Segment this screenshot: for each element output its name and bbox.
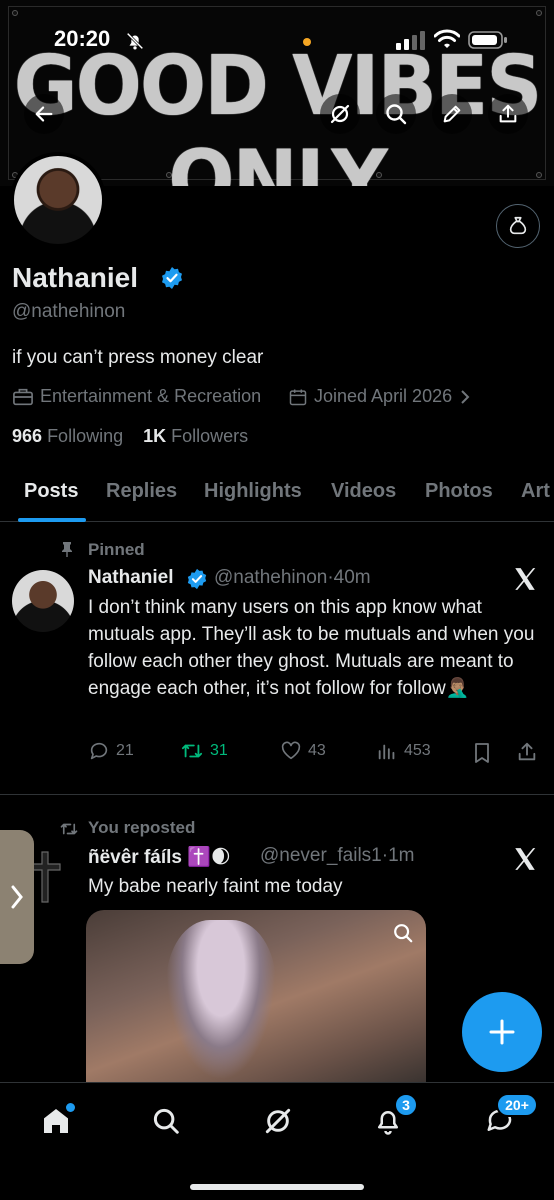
- grok-icon: [265, 1108, 291, 1134]
- status-time: 20:20: [54, 26, 111, 51]
- profile-name: Nathaniel: [12, 262, 139, 293]
- profile-tabs: Posts Replies Highlights Videos Photos A…: [0, 470, 554, 522]
- tab-photos[interactable]: Photos: [425, 480, 493, 503]
- profile-joined[interactable]: Joined April 2026: [288, 386, 472, 407]
- share-icon[interactable]: [516, 741, 538, 763]
- pencil-icon: [443, 105, 461, 123]
- profile-category: Entertainment & Recreation: [12, 386, 261, 407]
- repost-icon: [181, 744, 203, 758]
- post-handle-text: @nathehinon: [214, 567, 328, 588]
- reply-button[interactable]: 21: [88, 740, 134, 762]
- reply-icon: [90, 742, 108, 760]
- bar-chart-icon: [378, 744, 395, 760]
- compose-button[interactable]: [462, 992, 542, 1072]
- like-button[interactable]: 43: [280, 740, 326, 762]
- post-divider: [0, 794, 554, 795]
- side-panel-handle[interactable]: [0, 830, 34, 964]
- pinned-label: Pinned: [88, 540, 145, 559]
- banner-rivet: [12, 10, 18, 16]
- post-video[interactable]: [86, 910, 426, 1082]
- post-time: ·40m: [327, 567, 371, 588]
- nav-grok[interactable]: [258, 1101, 298, 1141]
- repost-icon: [60, 823, 78, 835]
- home-indicator: [190, 1184, 364, 1190]
- nav-search[interactable]: [146, 1101, 186, 1141]
- post-author-name[interactable]: Nathaniel: [88, 567, 174, 589]
- repost-button[interactable]: 31: [180, 740, 228, 762]
- heart-icon: [281, 741, 301, 760]
- follow-stats: 966 Following 1K Followers: [12, 426, 248, 447]
- video-thumbnail: [166, 920, 276, 1080]
- profile-handle: @nathehinon: [12, 301, 126, 322]
- wifi-icon: [434, 29, 460, 48]
- joined-label: Joined April 2026: [314, 386, 453, 406]
- privacy-indicator: [303, 38, 311, 46]
- post-author-handle: @nathehinon·40m: [214, 567, 371, 589]
- repost-count: 31: [210, 742, 228, 759]
- profile-avatar[interactable]: [10, 152, 106, 248]
- repost-time: ·1m: [381, 845, 415, 866]
- plus-icon: [489, 1019, 515, 1045]
- calendar-icon: [289, 389, 307, 405]
- chevron-right-icon: [11, 885, 23, 909]
- view-count: 453: [404, 742, 431, 759]
- search-icon: [386, 104, 407, 125]
- signal-icon: [396, 31, 425, 50]
- grok-icon: [330, 104, 350, 124]
- briefcase-icon: [13, 388, 33, 405]
- reposted-label: You reposted: [88, 818, 196, 837]
- followers-link[interactable]: 1K Followers: [143, 426, 248, 446]
- category-label: Entertainment & Recreation: [40, 386, 262, 406]
- repost-author-name[interactable]: ñëvêr fáíls ✝️🌒: [88, 845, 231, 869]
- share-icon: [499, 104, 517, 123]
- bell-off-icon: [126, 32, 144, 50]
- post-author-avatar[interactable]: [12, 570, 74, 632]
- tab-articles[interactable]: Art: [521, 480, 550, 503]
- post-text: I don’t think many users on this app kno…: [88, 597, 535, 699]
- search-icon: [153, 1108, 179, 1134]
- profile-bio: if you can’t press money clear: [12, 347, 264, 368]
- chevron-right-icon: [461, 389, 470, 404]
- views-button[interactable]: 453: [376, 740, 431, 762]
- arrow-left-icon: [35, 106, 53, 122]
- repost-handle-text: @never_fails1: [260, 845, 382, 866]
- share-button[interactable]: [488, 94, 528, 134]
- tab-replies[interactable]: Replies: [106, 480, 177, 503]
- tab-highlights[interactable]: Highlights: [204, 480, 302, 503]
- repost-author-handle: @never_fails1·1m: [260, 845, 414, 867]
- bottom-navigation: 3 20+: [0, 1082, 554, 1200]
- notifications-badge: 3: [394, 1093, 418, 1117]
- like-count: 43: [308, 742, 326, 759]
- following-link[interactable]: 966 Following: [12, 426, 123, 446]
- verified-badge-icon: [187, 568, 207, 590]
- shop-button[interactable]: [496, 204, 540, 248]
- battery-icon: [468, 31, 507, 49]
- followers-label: Followers: [171, 426, 249, 446]
- pin-icon: [62, 542, 72, 557]
- nav-notifications[interactable]: 3: [368, 1093, 418, 1141]
- following-label: Following: [47, 426, 124, 446]
- reply-count: 21: [116, 742, 134, 759]
- edit-button[interactable]: [432, 94, 472, 134]
- active-tab-indicator: [18, 518, 86, 522]
- verified-badge-icon[interactable]: [160, 266, 184, 290]
- x-logo-icon[interactable]: [512, 846, 538, 872]
- tab-videos[interactable]: Videos: [331, 480, 396, 503]
- back-button[interactable]: [24, 94, 64, 134]
- nav-messages[interactable]: 20+: [480, 1093, 538, 1141]
- money-bag-icon: [509, 216, 527, 235]
- home-new-dot: [66, 1103, 75, 1112]
- search-icon[interactable]: [392, 922, 414, 944]
- repost-text: My babe nearly faint me today: [88, 876, 343, 897]
- tab-posts[interactable]: Posts: [24, 480, 78, 503]
- following-count: 966: [12, 426, 43, 446]
- messages-badge: 20+: [496, 1093, 538, 1117]
- search-button[interactable]: [376, 94, 416, 134]
- bookmark-icon[interactable]: [472, 742, 492, 764]
- x-logo-icon[interactable]: [512, 566, 538, 592]
- banner-rivet: [536, 10, 542, 16]
- followers-count: 1K: [143, 426, 167, 446]
- grok-button[interactable]: [320, 94, 360, 134]
- nav-home[interactable]: [36, 1101, 76, 1141]
